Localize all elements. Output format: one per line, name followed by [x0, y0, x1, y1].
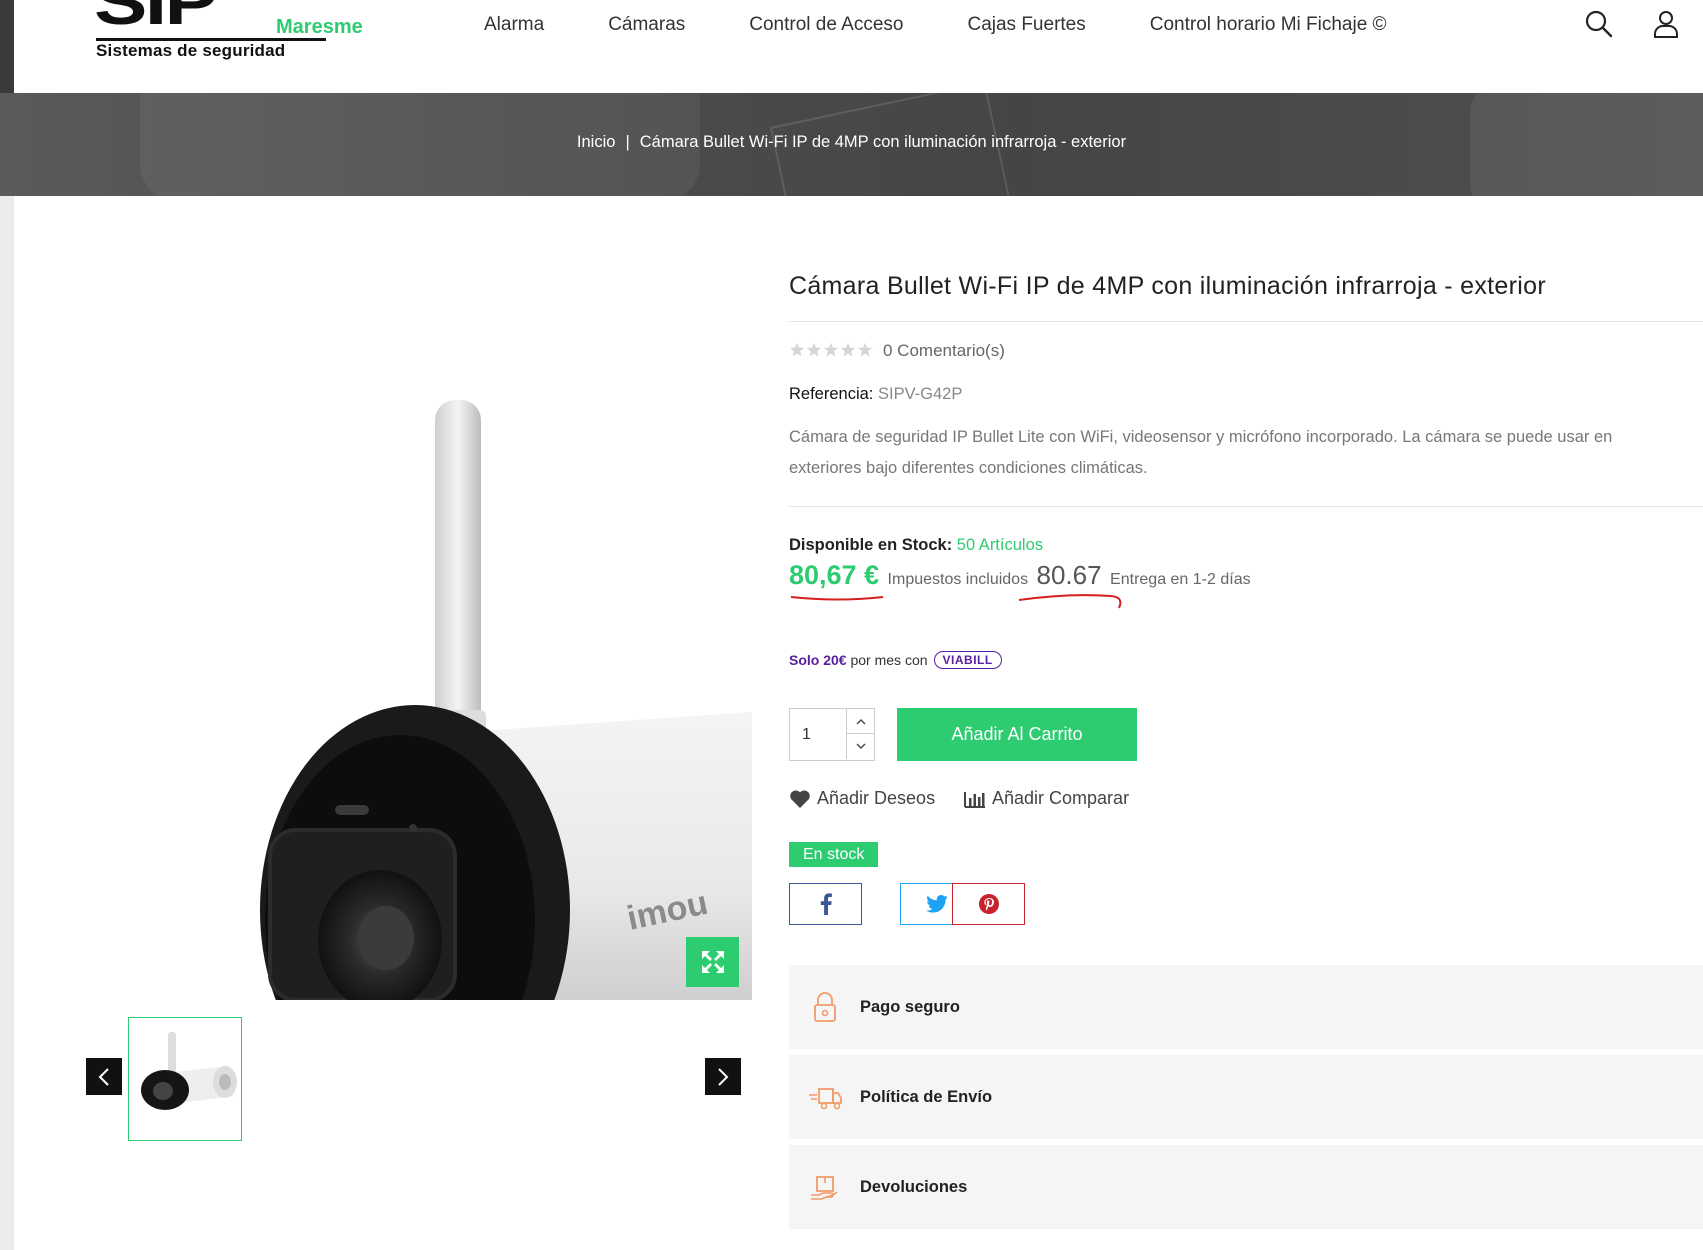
- chevron-down-icon[interactable]: [846, 734, 874, 759]
- nav-item-control-acceso[interactable]: Control de Acceso: [717, 14, 935, 36]
- heart-icon: [790, 789, 810, 808]
- breadcrumb: Inicio | Cámara Bullet Wi-Fi IP de 4MP con…: [0, 133, 1703, 152]
- in-stock-badge: En stock: [789, 842, 879, 867]
- info-box-returns[interactable]: Devoluciones: [789, 1145, 1703, 1229]
- chevron-right-icon[interactable]: [705, 1058, 741, 1095]
- nav-item-cajas-fuertes[interactable]: Cajas Fuertes: [935, 14, 1117, 36]
- product-description: Cámara de seguridad IP Bullet Lite con W…: [789, 428, 1613, 477]
- expand-icon[interactable]: [686, 937, 739, 987]
- breadcrumb-home[interactable]: Inicio: [577, 133, 616, 151]
- nav-item-control-horario[interactable]: Control horario Mi Fichaje ©: [1118, 14, 1419, 36]
- chevron-up-icon[interactable]: [846, 709, 874, 734]
- breadcrumb-separator: |: [625, 133, 630, 151]
- logo-brand: SIP: [94, 0, 218, 38]
- reference-value: SIPV-G42P: [877, 385, 963, 403]
- info-label-returns: Devoluciones: [860, 1177, 968, 1196]
- pinterest-icon: [978, 894, 999, 914]
- star-icon: [789, 342, 805, 357]
- facebook-share-button[interactable]: [789, 883, 862, 925]
- bar-chart-icon: [964, 791, 985, 808]
- add-to-wishlist-button[interactable]: Añadir Deseos: [789, 788, 935, 809]
- page-banner: Inicio | Cámara Bullet Wi-Fi IP de 4MP con…: [0, 93, 1703, 196]
- delivery-truck-icon: [809, 1088, 842, 1110]
- logo-brand-suffix: Maresme: [276, 16, 363, 38]
- viabill-text: por mes con: [850, 652, 928, 668]
- nav-item-alarma[interactable]: Alarma: [484, 14, 576, 36]
- left-edge-gray: [0, 196, 14, 1250]
- facebook-icon: [820, 893, 832, 915]
- product-thumbnail[interactable]: [128, 1017, 242, 1141]
- padlock-icon: [814, 992, 836, 1022]
- product-title: Cámara Bullet Wi-Fi IP de 4MP con ilumin…: [789, 272, 1546, 300]
- info-box-secure-payment[interactable]: Pago seguro: [789, 965, 1703, 1049]
- star-icon: [823, 342, 839, 357]
- site-logo[interactable]: SIP Maresme Sistemas de seguridad: [82, 0, 363, 70]
- product-price: 80,67 €: [789, 560, 880, 590]
- price-row: 80,67 € Impuestos incluidos 80.67 Entreg…: [789, 560, 1251, 591]
- quantity-input[interactable]: [790, 709, 846, 760]
- viabill-logo: VIABILL: [933, 651, 1002, 669]
- return-box-icon: [811, 1176, 838, 1200]
- star-icon: [840, 342, 856, 357]
- nav-item-camaras[interactable]: Cámaras: [576, 14, 717, 36]
- info-label-shipping-policy: Política de Envío: [860, 1087, 993, 1106]
- annotation-underline: [790, 594, 1122, 609]
- viabill-financing[interactable]: Solo 20€ por mes con VIABILL: [789, 651, 1002, 669]
- stock-availability: Disponible en Stock: 50 Artículos: [789, 536, 1043, 555]
- breadcrumb-current: Cámara Bullet Wi-Fi IP de 4MP con ilumin…: [639, 133, 1127, 151]
- chevron-left-icon[interactable]: [86, 1058, 122, 1095]
- quantity-stepper: [789, 708, 875, 761]
- add-to-compare-button[interactable]: Añadir Comparar: [964, 788, 1129, 809]
- divider: [789, 506, 1703, 507]
- viabill-solo: Solo 20€: [789, 652, 847, 668]
- stock-value: 50 Artículos: [956, 536, 1043, 554]
- product-reference: Referencia: SIPV-G42P: [789, 385, 962, 404]
- main-nav: Alarma Cámaras Control de Acceso Cajas F…: [484, 14, 1419, 36]
- tax-label: Impuestos incluidos: [887, 571, 1029, 588]
- star-icon: [857, 342, 873, 357]
- site-header: SIP Maresme Sistemas de seguridad Alarma…: [14, 0, 1703, 93]
- user-icon[interactable]: [1650, 8, 1682, 40]
- search-icon[interactable]: [1583, 8, 1615, 40]
- info-box-shipping-policy[interactable]: Política de Envío: [789, 1055, 1703, 1139]
- rating-stars: [789, 342, 873, 358]
- product-main-image[interactable]: imou: [180, 270, 752, 1000]
- reference-label: Referencia:: [789, 385, 874, 403]
- compare-label: Añadir Comparar: [992, 788, 1130, 808]
- wishlist-label: Añadir Deseos: [817, 788, 936, 808]
- star-icon: [806, 342, 822, 357]
- divider: [789, 321, 1703, 322]
- twitter-icon: [925, 895, 948, 913]
- left-edge-dark: [0, 0, 14, 93]
- logo-tagline: Sistemas de seguridad: [96, 41, 286, 60]
- info-label-secure-payment: Pago seguro: [860, 997, 960, 1016]
- add-to-cart-button[interactable]: Añadir Al Carrito: [897, 708, 1137, 761]
- comments-link[interactable]: 0 Comentario(s): [883, 341, 1005, 361]
- stock-label: Disponible en Stock:: [789, 536, 953, 554]
- delivery-label: Entrega en 1-2 días: [1110, 571, 1251, 588]
- pinterest-share-button[interactable]: [952, 883, 1025, 925]
- price-alt: 80.67: [1036, 560, 1102, 590]
